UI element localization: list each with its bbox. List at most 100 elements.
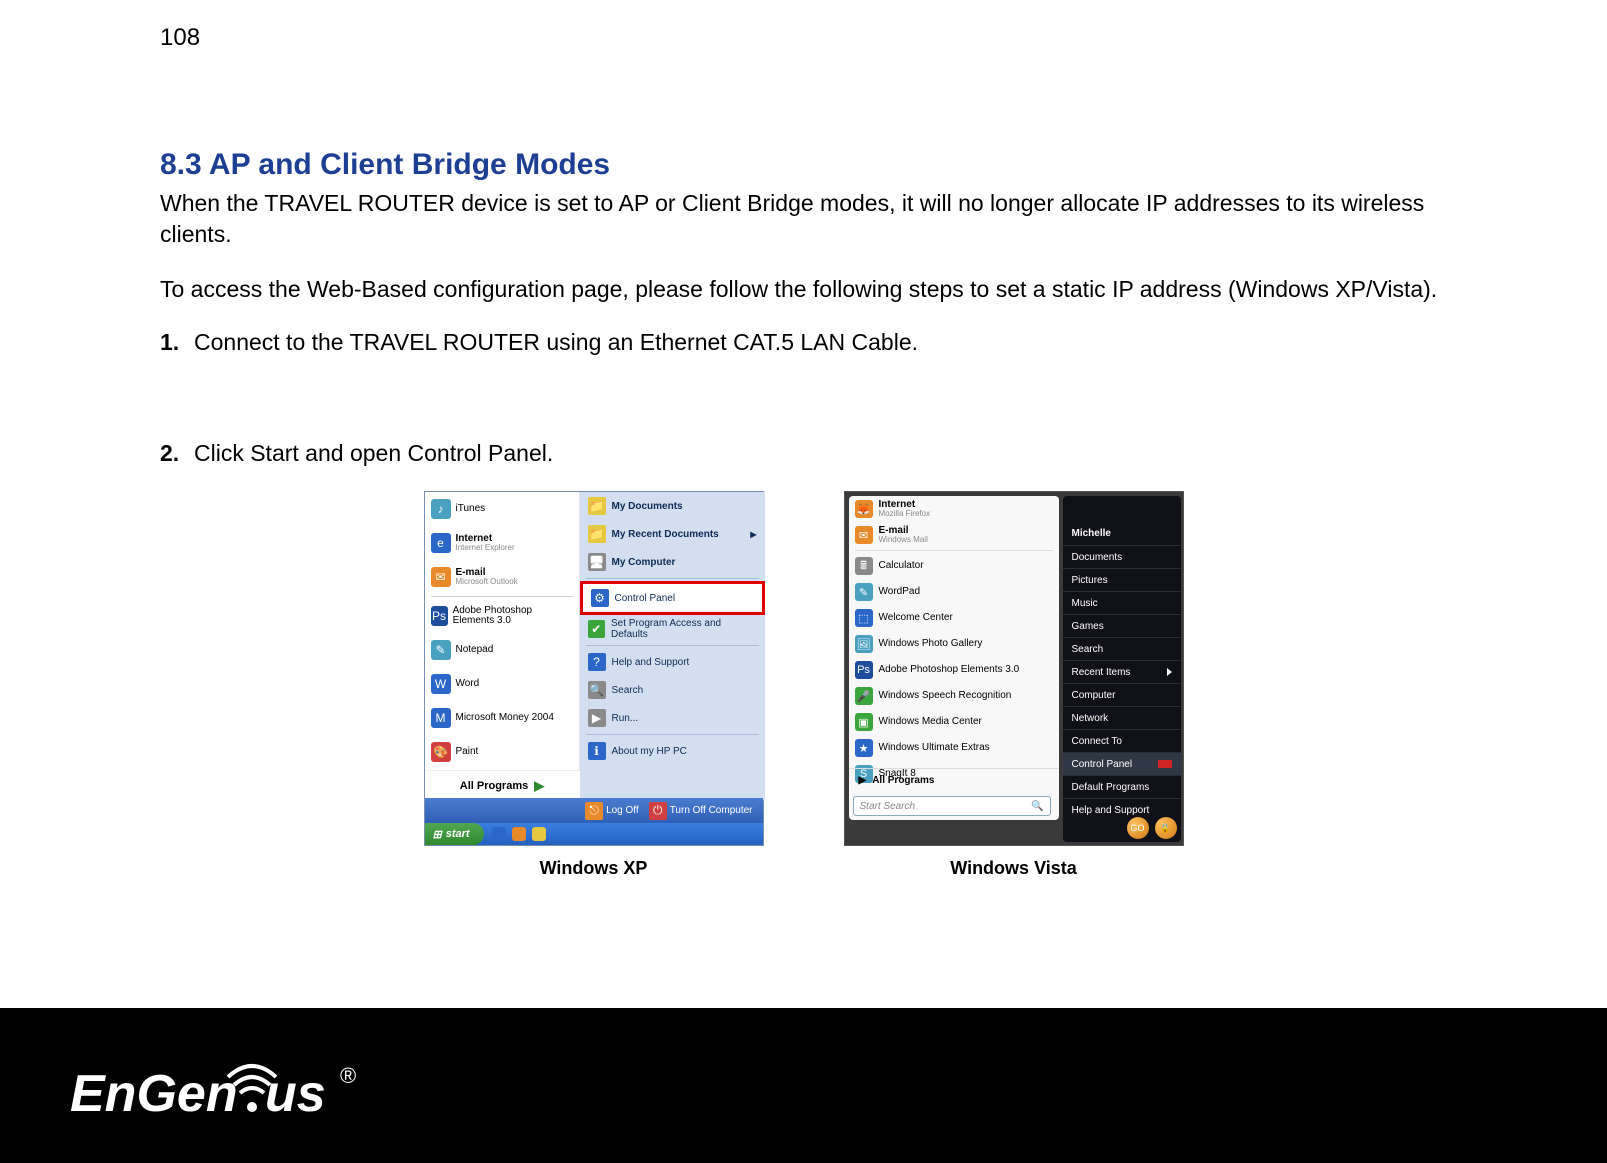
help-icon: ? <box>588 653 606 671</box>
word-icon: W <box>431 674 451 694</box>
vista-right-item[interactable]: Documents <box>1063 545 1181 568</box>
xp-pinned-item[interactable]: ✉E-mailMicrosoft Outlook <box>425 560 579 594</box>
app-sublabel: Mozilla Firefox <box>879 510 931 518</box>
vista-right-item[interactable]: Search <box>1063 637 1181 660</box>
mail-icon: ✉ <box>855 526 873 544</box>
menu-label: Documents <box>1072 552 1123 563</box>
document-page: 108 8.3 AP and Client Bridge Modes When … <box>0 0 1607 1163</box>
xp-right-item[interactable]: 📁My Documents <box>580 492 765 520</box>
vista-right-item[interactable]: Computer <box>1063 683 1181 706</box>
menu-label: Control Panel <box>615 593 676 604</box>
app-label: Adobe Photoshop Elements 3.0 <box>453 606 573 626</box>
vista-mru-item[interactable]: PsAdobe Photoshop Elements 3.0 <box>849 657 1059 683</box>
app-label: iTunes <box>456 504 486 514</box>
vista-control-panel-item[interactable]: Control Panel <box>1063 752 1181 775</box>
paragraph: To access the Web-Based configuration pa… <box>160 274 1447 305</box>
screenshot-windows-vista: 🦊InternetMozilla Firefox ✉E-mailWindows … <box>844 491 1184 879</box>
vista-mru-item[interactable]: 🎤Windows Speech Recognition <box>849 683 1059 709</box>
footer-bar: EnGen us ® <box>0 1008 1607 1163</box>
step-item: 1. Connect to the TRAVEL ROUTER using an… <box>160 329 1447 356</box>
xp-right-item[interactable]: ℹAbout my HP PC <box>580 737 765 765</box>
step-text: Click Start and open Control Panel. <box>194 440 1447 467</box>
app-label: Microsoft Money 2004 <box>456 713 554 723</box>
xp-right-item[interactable]: 🔍Search <box>580 676 765 704</box>
all-programs-label: All Programs <box>460 780 528 792</box>
xp-right-item[interactable]: 🖥My Computer <box>580 548 765 576</box>
menu-label: My Recent Documents <box>612 529 719 540</box>
vista-power-button[interactable]: GO <box>1127 817 1149 839</box>
vista-mru-item[interactable]: 🖩Calculator <box>849 553 1059 579</box>
calculator-icon: 🖩 <box>855 557 873 575</box>
logoff-button[interactable]: ⎋Log Off <box>585 802 639 820</box>
xp-mru-item[interactable]: WWord <box>425 667 579 701</box>
app-sublabel: Microsoft Outlook <box>456 578 518 586</box>
xp-pinned-item[interactable]: ♪iTunes <box>425 492 579 526</box>
menu-label: About my HP PC <box>612 746 687 757</box>
xp-right-item[interactable]: ▶Run... <box>580 704 765 732</box>
svg-text:EnGen: EnGen <box>70 1065 238 1123</box>
menu-label: Search <box>612 685 644 696</box>
photoshop-icon: Ps <box>855 661 873 679</box>
screenshot-caption: Windows XP <box>540 858 648 879</box>
vista-mru-item[interactable]: ▣Windows Media Center <box>849 709 1059 735</box>
red-arrow-icon <box>1158 760 1172 768</box>
xp-start-menu: ♪iTunes eInternetInternet Explorer ✉E-ma… <box>424 491 764 846</box>
xp-right-item[interactable]: 📁My Recent Documents▶ <box>580 520 765 548</box>
menu-label: Search <box>1072 644 1104 655</box>
xp-control-panel-highlight: ⚙Control Panel <box>580 581 765 615</box>
xp-mru-item[interactable]: 🎨Paint <box>425 735 579 769</box>
vista-right-item[interactable]: Music <box>1063 591 1181 614</box>
vista-mru-item[interactable]: ⬚Welcome Center <box>849 605 1059 631</box>
app-label: Windows Photo Gallery <box>879 639 983 649</box>
user-label: Michelle <box>1072 528 1111 539</box>
xp-start-button[interactable]: ⊞ start <box>425 823 484 845</box>
vista-pinned-item[interactable]: 🦊InternetMozilla Firefox <box>849 496 1059 522</box>
xp-mru-item[interactable]: MMicrosoft Money 2004 <box>425 701 579 735</box>
xp-mru-item[interactable]: PsAdobe Photoshop Elements 3.0 <box>425 599 579 633</box>
vista-right-item[interactable]: Default Programs <box>1063 775 1181 798</box>
xp-mru-item[interactable]: ✎Notepad <box>425 633 579 667</box>
quicklaunch-icon[interactable] <box>512 827 526 841</box>
firefox-icon: 🦊 <box>855 500 873 518</box>
xp-right-item[interactable]: ✔Set Program Access and Defaults <box>580 615 765 643</box>
quicklaunch-icon[interactable] <box>492 827 506 841</box>
shutdown-button[interactable]: ⏻Turn Off Computer <box>649 802 753 820</box>
vista-right-item[interactable]: Network <box>1063 706 1181 729</box>
speech-icon: 🎤 <box>855 687 873 705</box>
vista-power-buttons: GO 🔒 <box>1127 817 1177 839</box>
vista-right-item[interactable]: Connect To <box>1063 729 1181 752</box>
welcome-icon: ⬚ <box>855 609 873 627</box>
chevron-right-icon: ▶ <box>534 778 544 794</box>
all-programs-label: All Programs <box>872 775 934 786</box>
vista-pinned-item[interactable]: ✉E-mailWindows Mail <box>849 522 1059 548</box>
xp-footer-bar: ⎋Log Off ⏻Turn Off Computer <box>425 798 763 823</box>
vista-right-item[interactable]: Recent Items <box>1063 660 1181 683</box>
xp-pinned-item[interactable]: eInternetInternet Explorer <box>425 526 579 560</box>
vista-mru-item[interactable]: ★Windows Ultimate Extras <box>849 735 1059 761</box>
vista-right-item[interactable]: Pictures <box>1063 568 1181 591</box>
menu-label: Games <box>1072 621 1104 632</box>
menu-label: Connect To <box>1072 736 1122 747</box>
lock-icon: 🔒 <box>1160 823 1171 834</box>
vista-search-box[interactable]: Start Search🔍 <box>853 796 1051 816</box>
vista-user-name[interactable]: Michelle <box>1063 522 1181 545</box>
xp-all-programs[interactable]: All Programs ▶ <box>425 770 580 800</box>
media-center-icon: ▣ <box>855 713 873 731</box>
xp-control-panel-item[interactable]: ⚙Control Panel <box>583 584 762 612</box>
vista-lock-button[interactable]: 🔒 <box>1155 817 1177 839</box>
windows-flag-icon: ⊞ <box>433 828 442 841</box>
start-label: start <box>446 828 470 840</box>
xp-right-item[interactable]: ?Help and Support <box>580 648 765 676</box>
vista-right-item[interactable]: Games <box>1063 614 1181 637</box>
vista-all-programs[interactable]: ▶All Programs <box>849 768 1059 792</box>
vista-mru-item[interactable]: 🖼Windows Photo Gallery <box>849 631 1059 657</box>
xp-quicklaunch <box>492 827 546 841</box>
folder-icon: 📁 <box>588 497 606 515</box>
app-label: Notepad <box>456 645 494 655</box>
engenius-logo-icon: EnGen us ® <box>70 1057 380 1123</box>
vista-mru-item[interactable]: ✎WordPad <box>849 579 1059 605</box>
quicklaunch-icon[interactable] <box>532 827 546 841</box>
extras-icon: ★ <box>855 739 873 757</box>
app-sublabel: Windows Mail <box>879 536 928 544</box>
section-heading: 8.3 AP and Client Bridge Modes <box>160 148 1447 182</box>
